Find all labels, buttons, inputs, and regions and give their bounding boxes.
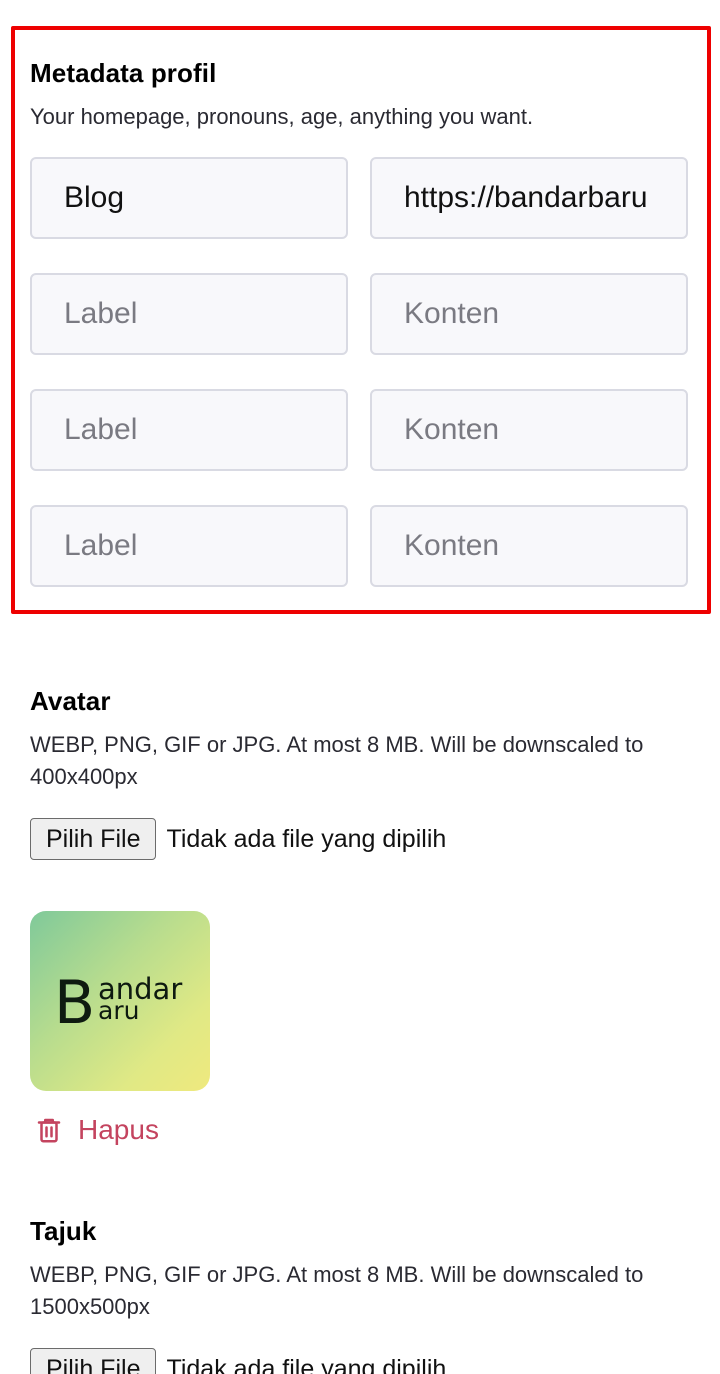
metadata-content-input-1[interactable] [370, 157, 688, 239]
logo-line-2: aru [98, 996, 139, 1025]
metadata-label-input-2[interactable] [30, 273, 348, 355]
header-file-status: Tidak ada file yang dipilih [166, 1354, 447, 1374]
header-section-title: Tajuk [30, 1216, 97, 1246]
metadata-content-input-4[interactable] [370, 505, 688, 587]
metadata-section-title: Metadata profil [30, 58, 217, 88]
avatar-preview: B andar aru [30, 911, 210, 1091]
trash-icon [37, 1118, 61, 1143]
avatar-choose-file-button[interactable]: Pilih File [30, 818, 157, 860]
metadata-section-hint: Your homepage, pronouns, age, anything y… [30, 104, 534, 129]
avatar-section-title: Avatar [30, 686, 111, 716]
profile-settings-page: Metadata profil Your homepage, pronouns,… [0, 0, 720, 1374]
metadata-label-input-1[interactable] [30, 157, 348, 239]
avatar-file-status: Tidak ada file yang dipilih [166, 824, 447, 853]
bandar-baru-logo: B andar aru [54, 968, 182, 1038]
header-file-input: Pilih File Tidak ada file yang dipilih [30, 1348, 446, 1374]
logo-letter: B [54, 968, 95, 1038]
metadata-content-input-3[interactable] [370, 389, 688, 471]
header-section-hint: WEBP, PNG, GIF or JPG. At most 8 MB. Wil… [30, 1262, 644, 1319]
metadata-label-input-3[interactable] [30, 389, 348, 471]
metadata-content-input-2[interactable] [370, 273, 688, 355]
metadata-label-input-4[interactable] [30, 505, 348, 587]
avatar-section-hint: WEBP, PNG, GIF or JPG. At most 8 MB. Wil… [30, 732, 644, 789]
avatar-file-input: Pilih File Tidak ada file yang dipilih [30, 818, 446, 860]
header-choose-file-button[interactable]: Pilih File [30, 1348, 157, 1374]
avatar-remove-label: Hapus [78, 1114, 159, 1145]
avatar-remove-button[interactable]: Hapus [34, 1108, 159, 1152]
